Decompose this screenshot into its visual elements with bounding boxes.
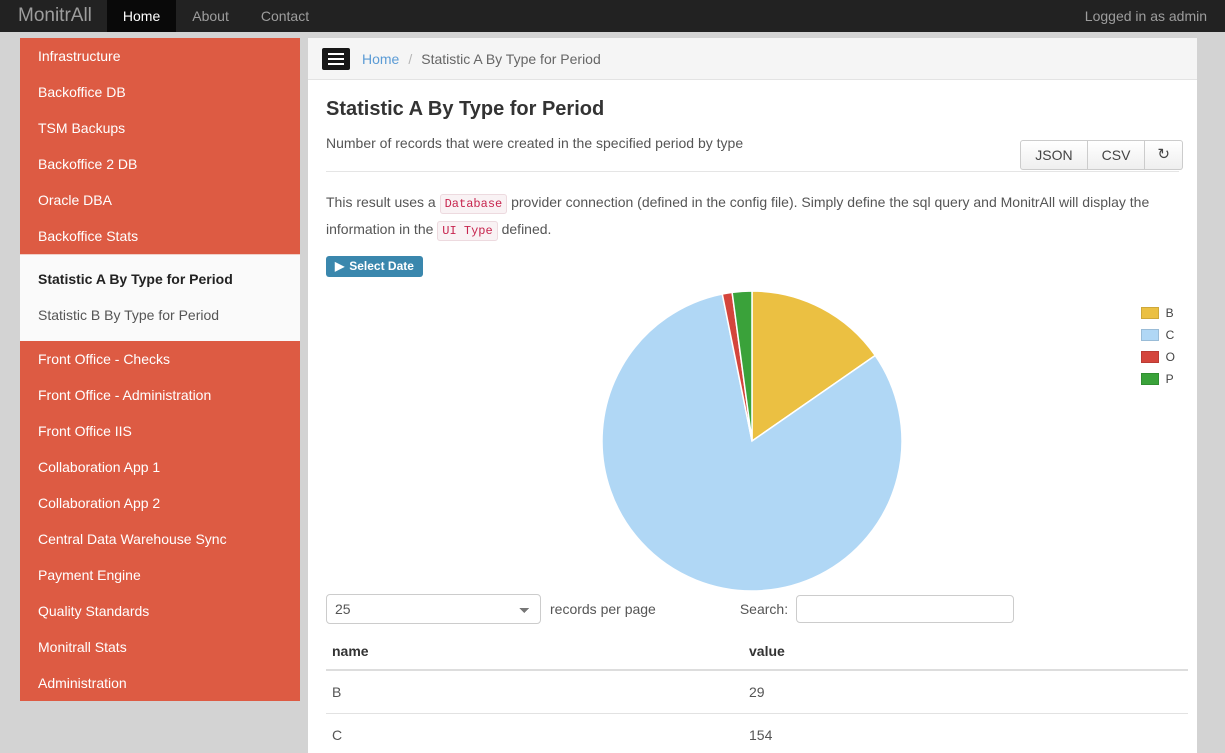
search-wrapper: Search: [739, 595, 1015, 623]
select-date-label: Select Date [349, 259, 414, 273]
sidebar-item-collaboration-app-2[interactable]: Collaboration App 2 [20, 485, 300, 521]
logged-in-status: Logged in as admin [1084, 8, 1207, 24]
legend-label-b: B [1165, 306, 1174, 320]
sidebar-item-administration[interactable]: Administration [20, 665, 300, 701]
sidebar-item-front-office-checks[interactable]: Front Office - Checks [20, 341, 300, 377]
section-divider [326, 171, 1179, 172]
hamburger-bar [328, 57, 344, 60]
search-input[interactable] [796, 595, 1015, 623]
breadcrumb-current: Statistic A By Type for Period [421, 50, 601, 67]
sidebar-item-statistic-a-by-type-for-period[interactable]: Statistic A By Type for Period [20, 261, 300, 297]
chart-area: B C O P [322, 281, 1183, 592]
cell-name: C [326, 713, 743, 753]
json-export-button[interactable]: JSON [1020, 140, 1088, 170]
sidebar-item-collaboration-app-1[interactable]: Collaboration App 1 [20, 449, 300, 485]
sidebar-item-backoffice-db[interactable]: Backoffice DB [20, 74, 300, 110]
hamburger-bar [328, 52, 344, 55]
sidebar-group-top: Infrastructure Backoffice DB TSM Backups… [20, 38, 300, 254]
page-title: Statistic A By Type for Period [326, 98, 605, 120]
results-table: name value B 29 C 154 O 2 P [326, 635, 1188, 753]
sidebar-item-oracle-dba[interactable]: Oracle DBA [20, 182, 300, 218]
sidebar-item-monitrall-stats[interactable]: Monitrall Stats [20, 629, 300, 665]
legend-item: P [1140, 368, 1175, 390]
sidebar-item-payment-engine[interactable]: Payment Engine [20, 557, 300, 593]
nav-links: Home About Contact [106, 0, 325, 32]
table-row[interactable]: C 154 [326, 713, 1188, 753]
nav-link-home[interactable]: Home [106, 0, 177, 32]
sidebar-item-central-data-warehouse-sync[interactable]: Central Data Warehouse Sync [20, 521, 300, 557]
legend-label-o: O [1165, 350, 1175, 364]
brand-logo[interactable]: MonitrAll [0, 0, 107, 32]
ui-type-code-token: UI Type [437, 221, 498, 241]
select-date-button[interactable]: ▶ Select Date [326, 256, 423, 277]
chart-legend: B C O P [1136, 299, 1179, 393]
sidebar-item-backoffice-2-db[interactable]: Backoffice 2 DB [20, 146, 300, 182]
export-button-group: JSON CSV ↻ [1020, 140, 1183, 170]
nav-link-about[interactable]: About [176, 0, 245, 32]
breadcrumb: Home / Statistic A By Type for Period [308, 38, 1197, 80]
legend-item: B [1140, 302, 1175, 324]
cell-name: B [326, 670, 743, 714]
hamburger-bar [328, 62, 344, 65]
records-per-page-label: records per page [550, 601, 656, 617]
page-length-select[interactable]: 25 [326, 594, 541, 624]
description-text-1: This result uses a [326, 194, 436, 210]
table-body: B 29 C 154 O 2 P 4 [326, 670, 1188, 753]
sidebar-group-bottom: Front Office - Checks Front Office - Adm… [20, 341, 300, 701]
legend-item: C [1140, 324, 1175, 346]
table-head: name value [326, 635, 1188, 671]
database-code-token: Database [439, 194, 508, 214]
cell-value: 154 [743, 713, 1188, 753]
legend-label-p: P [1165, 372, 1174, 386]
result-description: This result uses a Database provider con… [326, 190, 1172, 244]
nav-link-contact[interactable]: Contact [245, 0, 325, 32]
sidebar-item-quality-standards[interactable]: Quality Standards [20, 593, 300, 629]
sidebar: Infrastructure Backoffice DB TSM Backups… [20, 38, 300, 701]
sidebar-submenu: Statistic A By Type for Period Statistic… [20, 254, 300, 341]
play-triangle-icon: ▶ [335, 259, 345, 273]
refresh-icon[interactable]: ↻ [1145, 140, 1183, 170]
sidebar-item-front-office-iis[interactable]: Front Office IIS [20, 413, 300, 449]
legend-item: O [1140, 346, 1175, 368]
table-header-row: name value [326, 635, 1188, 671]
hamburger-menu-icon[interactable] [322, 47, 350, 70]
legend-swatch-p [1140, 373, 1159, 385]
sidebar-item-front-office-administration[interactable]: Front Office - Administration [20, 377, 300, 413]
pie-chart [601, 290, 903, 592]
column-header-name[interactable]: name [326, 635, 743, 671]
main-panel: Home / Statistic A By Type for Period JS… [308, 38, 1197, 753]
sidebar-item-statistic-b-by-type-for-period[interactable]: Statistic B By Type for Period [20, 297, 300, 333]
sidebar-item-infrastructure[interactable]: Infrastructure [20, 38, 300, 74]
csv-export-button[interactable]: CSV [1087, 140, 1146, 170]
sidebar-item-tsm-backups[interactable]: TSM Backups [20, 110, 300, 146]
table-row[interactable]: B 29 [326, 670, 1188, 714]
table-controls: 25 records per page Search: [326, 591, 1179, 627]
search-label: Search: [739, 601, 789, 617]
breadcrumb-separator: / [408, 50, 413, 67]
legend-label-c: C [1165, 328, 1175, 342]
cell-value: 29 [743, 670, 1188, 714]
legend-swatch-o [1140, 351, 1159, 363]
legend-swatch-c [1140, 329, 1159, 341]
top-navbar: MonitrAll Home About Contact Logged in a… [0, 0, 1225, 32]
breadcrumb-home-link[interactable]: Home [362, 51, 399, 67]
column-header-value[interactable]: value [743, 635, 1188, 671]
sidebar-item-backoffice-stats[interactable]: Backoffice Stats [20, 218, 300, 254]
legend-swatch-b [1140, 307, 1159, 319]
description-text-3: defined. [501, 221, 552, 237]
pie-slices [601, 290, 903, 592]
page-content: JSON CSV ↻ Statistic A By Type for Perio… [308, 98, 1197, 753]
